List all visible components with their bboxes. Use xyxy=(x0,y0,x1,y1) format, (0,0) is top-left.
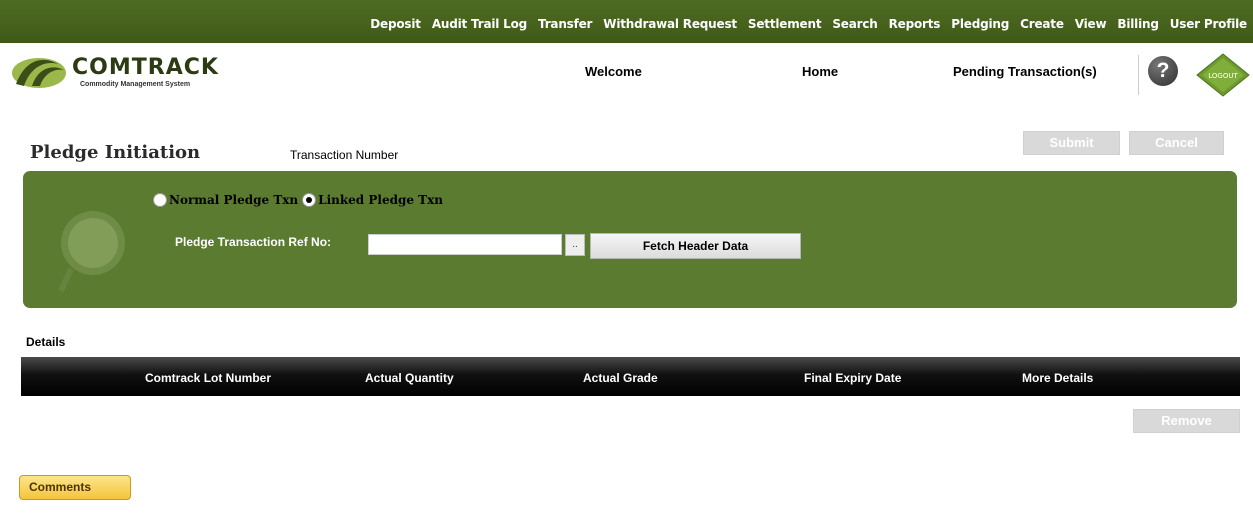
nav-billing[interactable]: Billing xyxy=(1117,17,1159,31)
col-comtrack-lot-number: Comtrack Lot Number xyxy=(145,371,272,385)
details-table: Comtrack Lot Number Actual Quantity Actu… xyxy=(21,357,1240,396)
nav-deposit[interactable]: Deposit xyxy=(370,17,421,31)
col-final-expiry-date: Final Expiry Date xyxy=(804,371,902,385)
ref-no-input[interactable] xyxy=(368,234,562,255)
logout-label: LOGOUT xyxy=(1208,72,1238,80)
comtrack-logo: COMTRACK Commodity Management System xyxy=(10,52,240,94)
cancel-button[interactable]: Cancel xyxy=(1129,131,1224,155)
submit-button[interactable]: Submit xyxy=(1023,131,1120,155)
nav-withdrawal-request[interactable]: Withdrawal Request xyxy=(603,17,737,31)
fetch-header-data-button[interactable]: Fetch Header Data xyxy=(590,233,801,259)
welcome-link[interactable]: Welcome xyxy=(585,64,642,79)
help-icon[interactable]: ? xyxy=(1148,56,1178,86)
top-nav-bar: Deposit Audit Trail Log Transfer Withdra… xyxy=(0,0,1253,43)
col-actual-quantity: Actual Quantity xyxy=(365,371,454,385)
magnifier-icon xyxy=(58,211,125,293)
details-table-header: Comtrack Lot Number Actual Quantity Actu… xyxy=(21,357,1240,396)
remove-button[interactable]: Remove xyxy=(1133,409,1240,433)
transaction-number-label: Transaction Number xyxy=(290,148,399,162)
nav-pledging[interactable]: Pledging xyxy=(951,17,1009,31)
linked-pledge-radio[interactable] xyxy=(302,193,317,207)
home-link[interactable]: Home xyxy=(802,64,838,79)
pending-transactions-link[interactable]: Pending Transaction(s) xyxy=(953,64,1097,79)
col-more-details: More Details xyxy=(1022,371,1094,385)
details-label: Details xyxy=(26,335,66,349)
col-actual-grade: Actual Grade xyxy=(583,371,658,385)
logout-icon[interactable]: LOGOUT xyxy=(1196,53,1250,97)
nav-user-profile[interactable]: User Profile xyxy=(1170,17,1247,31)
nav-create[interactable]: Create xyxy=(1020,17,1064,31)
nav-settlement[interactable]: Settlement xyxy=(748,17,822,31)
ref-lookup-button[interactable]: .. xyxy=(565,234,585,256)
page-title: Pledge Initiation xyxy=(30,142,201,163)
nav-reports[interactable]: Reports xyxy=(889,17,941,31)
ref-no-label: Pledge Transaction Ref No: xyxy=(175,235,332,249)
logo-subtitle: Commodity Management System xyxy=(80,81,191,88)
pledge-panel: Normal Pledge Txn Linked Pledge Txn Pled… xyxy=(23,171,1237,308)
normal-pledge-label: Normal Pledge Txn xyxy=(169,193,299,207)
nav-audit-trail-log[interactable]: Audit Trail Log xyxy=(432,17,527,31)
top-nav-menu: Deposit Audit Trail Log Transfer Withdra… xyxy=(359,15,1247,33)
logo-swoosh-icon xyxy=(12,58,66,88)
pledge-type-radio-group: Normal Pledge Txn Linked Pledge Txn xyxy=(153,193,447,207)
linked-pledge-label: Linked Pledge Txn xyxy=(318,193,443,207)
logo-title: COMTRACK xyxy=(72,55,219,80)
comments-button[interactable]: Comments xyxy=(19,475,131,500)
nav-transfer[interactable]: Transfer xyxy=(538,17,592,31)
normal-pledge-radio[interactable] xyxy=(153,193,167,207)
nav-view[interactable]: View xyxy=(1075,17,1107,31)
nav-search[interactable]: Search xyxy=(832,17,877,31)
header-divider xyxy=(1138,55,1139,95)
